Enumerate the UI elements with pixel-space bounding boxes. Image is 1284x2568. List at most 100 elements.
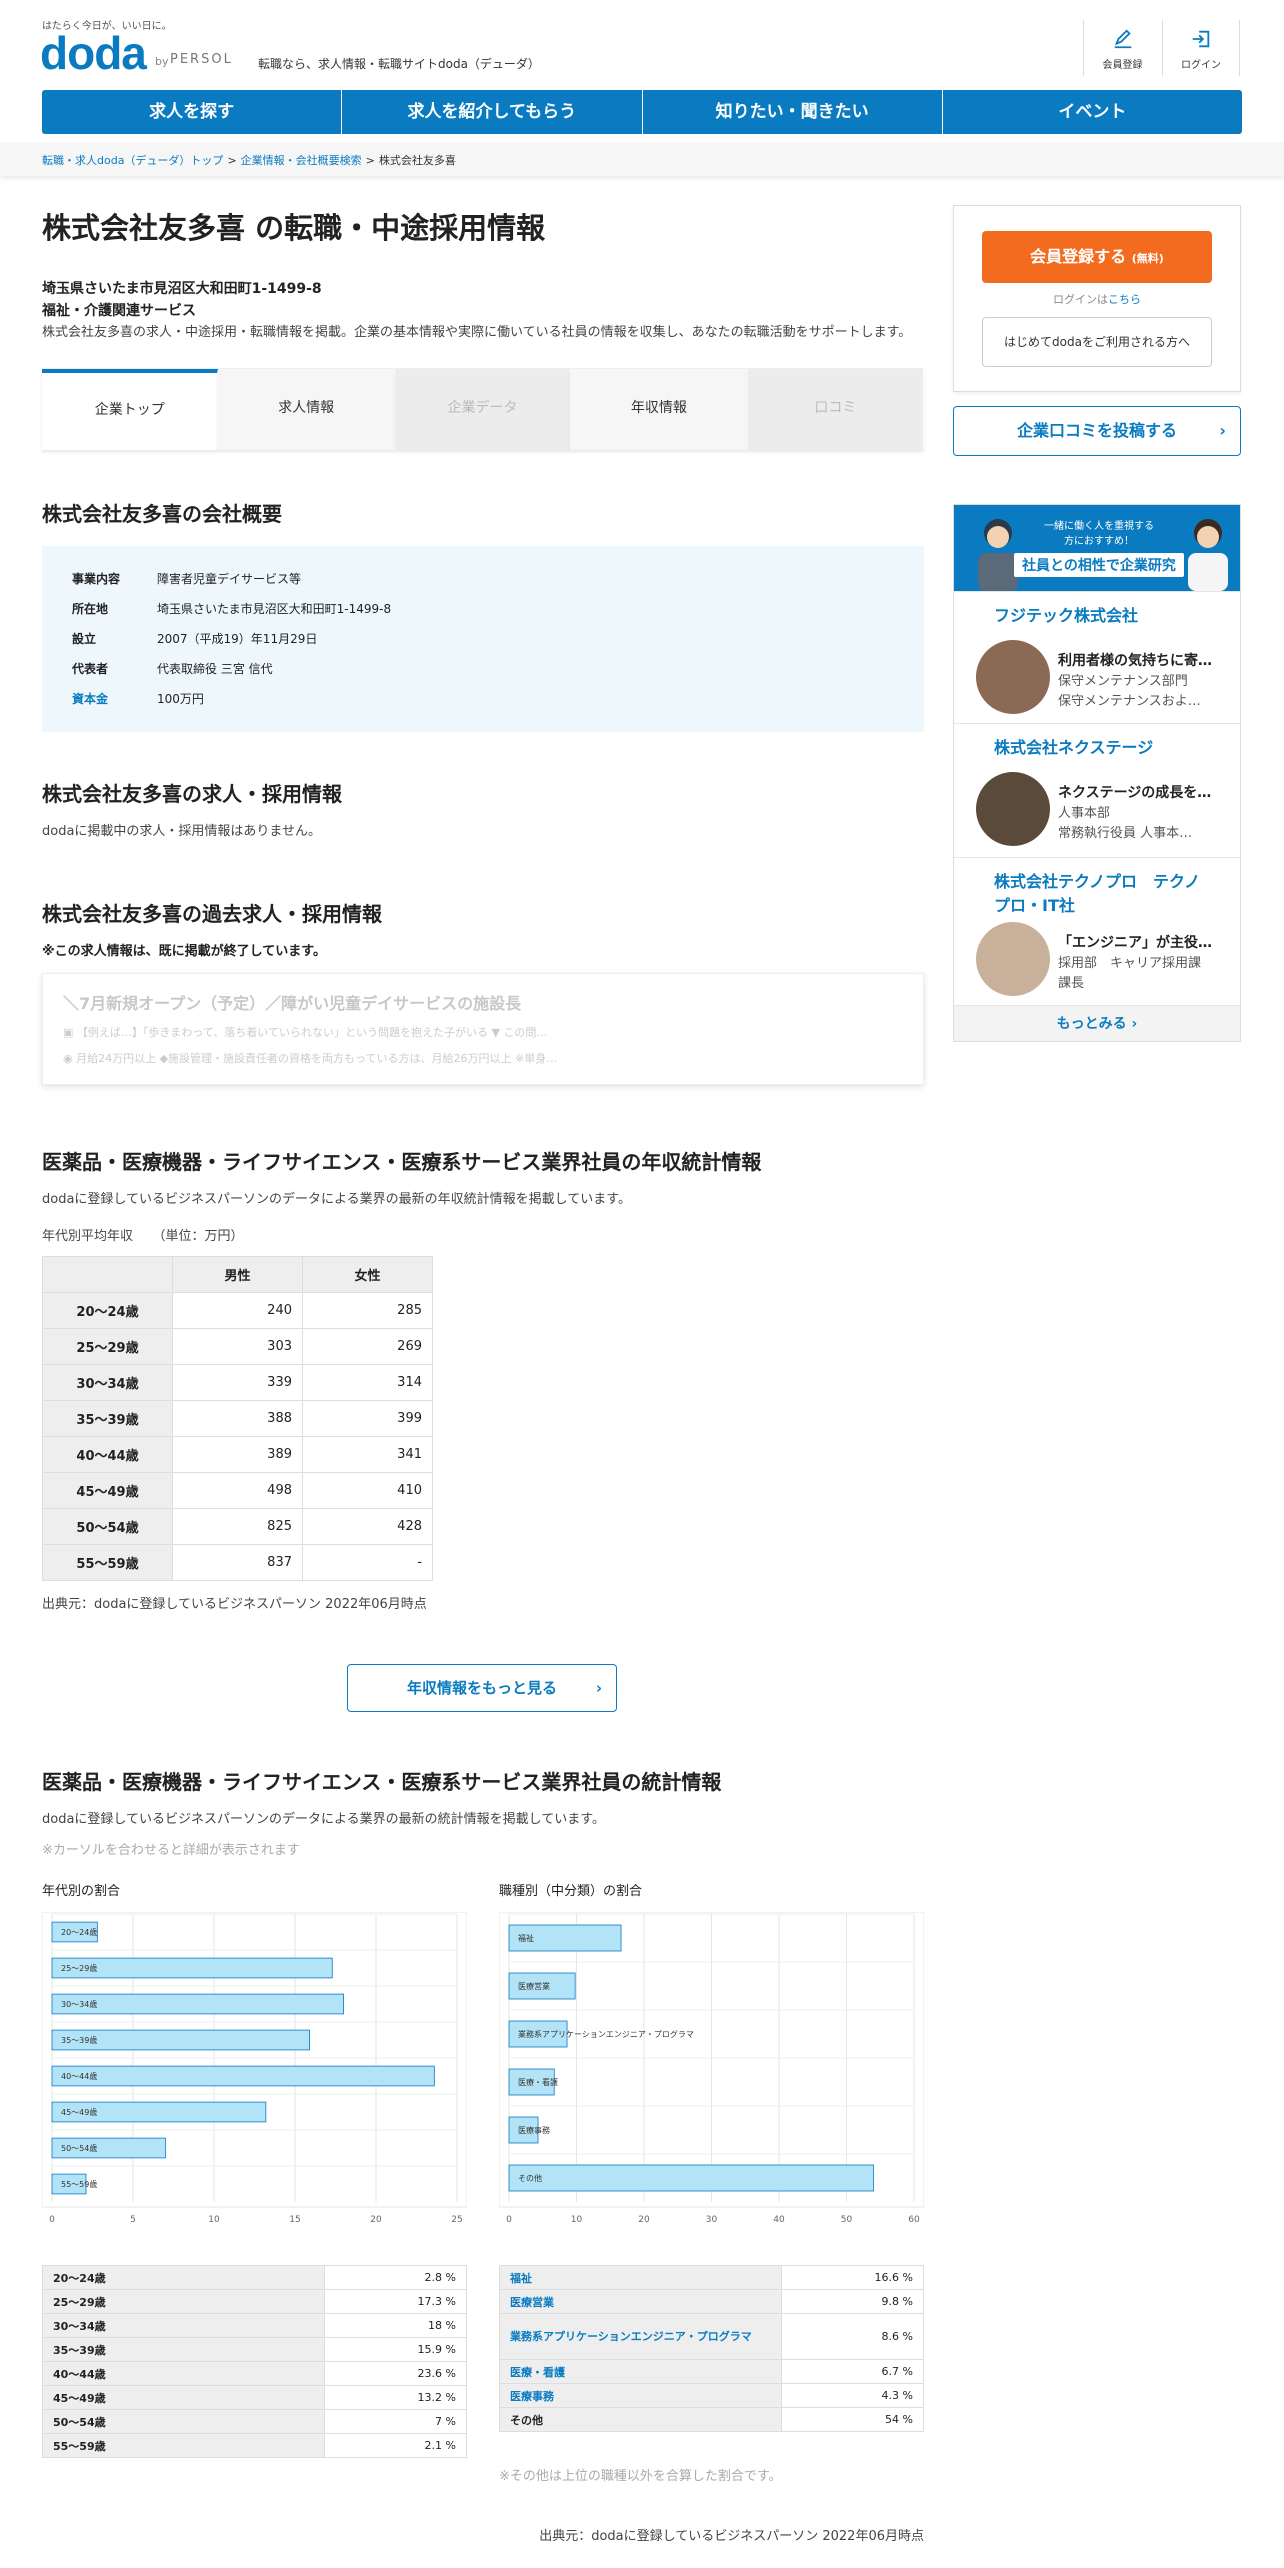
job-bar-chart[interactable]: 0 10 20 30 40 50 60 福祉医療営業業務系アプリケーションエンジニア・プログラ… (499, 1912, 924, 2227)
login-link[interactable]: こちら (1108, 293, 1141, 306)
site-description: 転職なら、求人情報・転職サイトdoda（デューダ） (258, 57, 540, 71)
table-row: その他 54 % (499, 2407, 924, 2432)
calendar-icon: ▣ (63, 1026, 77, 1039)
stat-key: 25～29歳 (42, 2289, 325, 2314)
breadcrumb-top[interactable]: 転職・求人doda（デューダ）トップ (42, 154, 223, 167)
overview-box: 事業内容 障害者児童デイサービス等 所在地 埼玉県さいたま市見沼区大和田町1-149… (42, 546, 924, 732)
salary-more-button[interactable]: 年収情報をもっと見る › (347, 1664, 617, 1712)
tick-label: 10 (208, 2215, 220, 2225)
chart-frame (42, 1912, 467, 2208)
sidebar: 会員登録する (無料) ログインはこちら はじめてdodaをご利用される方へ 企… (953, 205, 1241, 1042)
job-link[interactable]: 医療事務 (499, 2383, 782, 2408)
salary-section: 医薬品・医療機器・ライフサイエンス・医療系サービス業界社員の年収統計情報 dod… (42, 1148, 924, 1612)
tick-label: 60 (908, 2215, 920, 2225)
stat-value: 23.6 % (324, 2361, 467, 2386)
banner-header[interactable]: 一緒に働く人を重視する方におすすめ！ 社員との相性で企業研究 (954, 505, 1240, 591)
age-cell: 35～39歳 (42, 1400, 173, 1437)
breadcrumb-bar: 転職・求人doda（デューダ）トップ > 企業情報・会社概要検索 > 株式会社友多喜 (0, 142, 1284, 176)
male-cell: 339 (172, 1364, 303, 1401)
banner-title: 社員との相性で企業研究 (1014, 553, 1184, 577)
stat-value: 9.8 % (781, 2289, 924, 2314)
company-card[interactable]: 株式会社テクノプロ テクノプロ・IT社 「エンジニア」が主役… 採用部 キャリア… (954, 857, 1240, 1005)
overview-row: 設立 2007（平成19）年11月29日 (72, 624, 894, 654)
global-nav: 求人を探す 求人を紹介してもらう 知りたい・聞きたい イベント (42, 90, 1242, 134)
nav-know-ask[interactable]: 知りたい・聞きたい (643, 90, 943, 134)
company-card[interactable]: 株式会社ネクステージ ネクステージの成長を… 人事本部 常務執行役員 人事本… (954, 723, 1240, 857)
avatar (976, 922, 1050, 996)
main-content: 株式会社友多喜 の転職・中途採用情報 埼玉県さいたま市見沼区大和田町1-1499… (42, 200, 925, 2544)
more-button[interactable]: もっとみる › (954, 1005, 1240, 1041)
table-row: 55～59歳 837- (42, 1544, 433, 1581)
register-button[interactable]: 会員登録する (無料) (982, 231, 1212, 283)
capital-link[interactable]: 資本金 (72, 684, 157, 714)
past-job-title: ＼7月新規オープン（予定）／障がい児童デイサービスの施設長 (63, 994, 522, 1013)
female-cell: 314 (302, 1364, 433, 1401)
member-register-label: 会員登録 (1102, 60, 1143, 71)
job-chart-title: 職種別（中分類）の割合 (499, 1884, 643, 1899)
bar (51, 2065, 435, 2087)
nav-search-jobs[interactable]: 求人を探す (42, 90, 343, 134)
job-stat-table: 福祉 16.6 % 医療営業 9.8 % 業務系アプリケーションエンジニア・プログラ… (499, 2265, 924, 2432)
tick-label: 10 (571, 2215, 583, 2225)
tab-company-top[interactable]: 企業トップ (42, 369, 219, 450)
job-link[interactable]: 福祉 (499, 2265, 782, 2290)
category-label: その他 (518, 2173, 542, 2183)
login-button[interactable]: ログイン (1162, 20, 1240, 76)
salary-desc: dodaに登録しているビジネスパーソンのデータによる業界の最新の年収統計情報を掲… (42, 1192, 631, 1207)
nav-job-introduction[interactable]: 求人を紹介してもらう (342, 90, 643, 134)
register-box: 会員登録する (無料) ログインはこちら はじめてdodaをご利用される方へ (953, 205, 1241, 392)
female-cell: 399 (302, 1400, 433, 1437)
table-row: 55～59歳 2.1 % (42, 2433, 467, 2458)
overview-row: 所在地 埼玉県さいたま市見沼区大和田町1-1499-8 (72, 594, 894, 624)
stats-desc: dodaに登録しているビジネスパーソンのデータによる業界の最新の統計情報を掲載し… (42, 1812, 605, 1827)
job-link[interactable]: 医療営業 (499, 2289, 782, 2314)
company-name[interactable]: フジテック株式会社 (994, 604, 1240, 628)
tab-salary-info[interactable]: 年収情報 (571, 369, 748, 450)
tab-job-info[interactable]: 求人情報 (218, 369, 395, 450)
male-cell: 240 (172, 1292, 303, 1329)
salary-source: 出典元：dodaに登録しているビジネスパーソン 2022年06月時点 (42, 1597, 427, 1612)
first-time-button[interactable]: はじめてdodaをご利用される方へ (982, 317, 1212, 367)
stat-value: 18 % (324, 2313, 467, 2338)
stat-value: 6.7 % (781, 2359, 924, 2384)
member-register-button[interactable]: 会員登録 (1083, 20, 1161, 76)
site-header: はたらく今日が、いい日に。 doda by PERSOL 転職なら、求人情報・転… (0, 0, 1284, 176)
company-name[interactable]: 株式会社テクノプロ テクノプロ・IT社 (994, 870, 1214, 918)
tab-reviews: 口コミ (747, 369, 925, 450)
past-job-desc: 【例えば…】「歩きまわって、落ち着いていられない」という問題を抱えた子がいる ▼… (76, 1026, 548, 1039)
table-row: 35～39歳 388 399 (42, 1400, 433, 1437)
age-cell: 45～49歳 (42, 1472, 173, 1509)
post-review-button[interactable]: 企業口コミを投稿する › (953, 406, 1241, 456)
interview-title: 利用者様の気持ちに寄… (1058, 653, 1212, 669)
nav-events[interactable]: イベント (943, 90, 1242, 134)
edit-icon (1114, 29, 1131, 49)
job-link[interactable]: 医療・看護 (499, 2359, 782, 2384)
past-job-card[interactable]: ＼7月新規オープン（予定）／障がい児童デイサービスの施設長 ▣ 【例えば…】「歩… (42, 973, 924, 1085)
category-label: 医療事務 (518, 2125, 550, 2135)
tick-label: 20 (370, 2215, 382, 2225)
company-name[interactable]: 株式会社ネクステージ (994, 736, 1240, 760)
chevron-right-icon: › (595, 1679, 602, 1697)
age-cell: 40～44歳 (42, 1436, 173, 1473)
table-row: 医療営業 9.8 % (499, 2289, 924, 2314)
age-stat-table: 20～24歳 2.8 % 25～29歳 17.3 % 30～34歳 18 % 35～3… (42, 2265, 467, 2458)
age-bar-chart[interactable]: 0 5 10 15 20 25 20～24歳 25～29歳 30～34歳 35～39歳 40～44歳… (42, 1912, 467, 2227)
stat-key: 40～44歳 (42, 2361, 325, 2386)
category-label: 55～59歳 (61, 2179, 97, 2189)
stats-heading: 医薬品・医療機器・ライフサイエンス・医療系サービス業界社員の統計情報 (42, 1770, 722, 1794)
category-label: 35～39歳 (61, 2035, 97, 2045)
person-illustration-icon (978, 519, 1018, 591)
past-job-line: ◉ 月給24万円以上 ◆施設管理・施設責任者の資格を両方もっている方は、月給26… (63, 1050, 903, 1066)
category-label: 40～44歳 (61, 2071, 97, 2081)
company-card[interactable]: フジテック株式会社 利用者様の気持ちに寄… 保守メンテナンス部門 保守メンテナン… (954, 591, 1240, 723)
past-heading: 株式会社友多喜の過去求人・採用情報 (42, 902, 382, 926)
breadcrumb: 転職・求人doda（デューダ）トップ > 企業情報・会社概要検索 > 株式会社友多喜 (42, 154, 456, 167)
login-prefix: ログインは (1053, 293, 1108, 306)
stat-key: その他 (499, 2407, 782, 2432)
category-label: 20～24歳 (61, 1927, 97, 1937)
overview-value: 代表取締役 三宮 信代 (157, 662, 273, 676)
doda-logo[interactable]: doda (40, 26, 147, 80)
tick-label: 30 (706, 2215, 718, 2225)
breadcrumb-company-search[interactable]: 企業情報・会社概要検索 (241, 154, 362, 167)
job-link[interactable]: 業務系アプリケーションエンジニア・プログラマ (499, 2313, 782, 2360)
